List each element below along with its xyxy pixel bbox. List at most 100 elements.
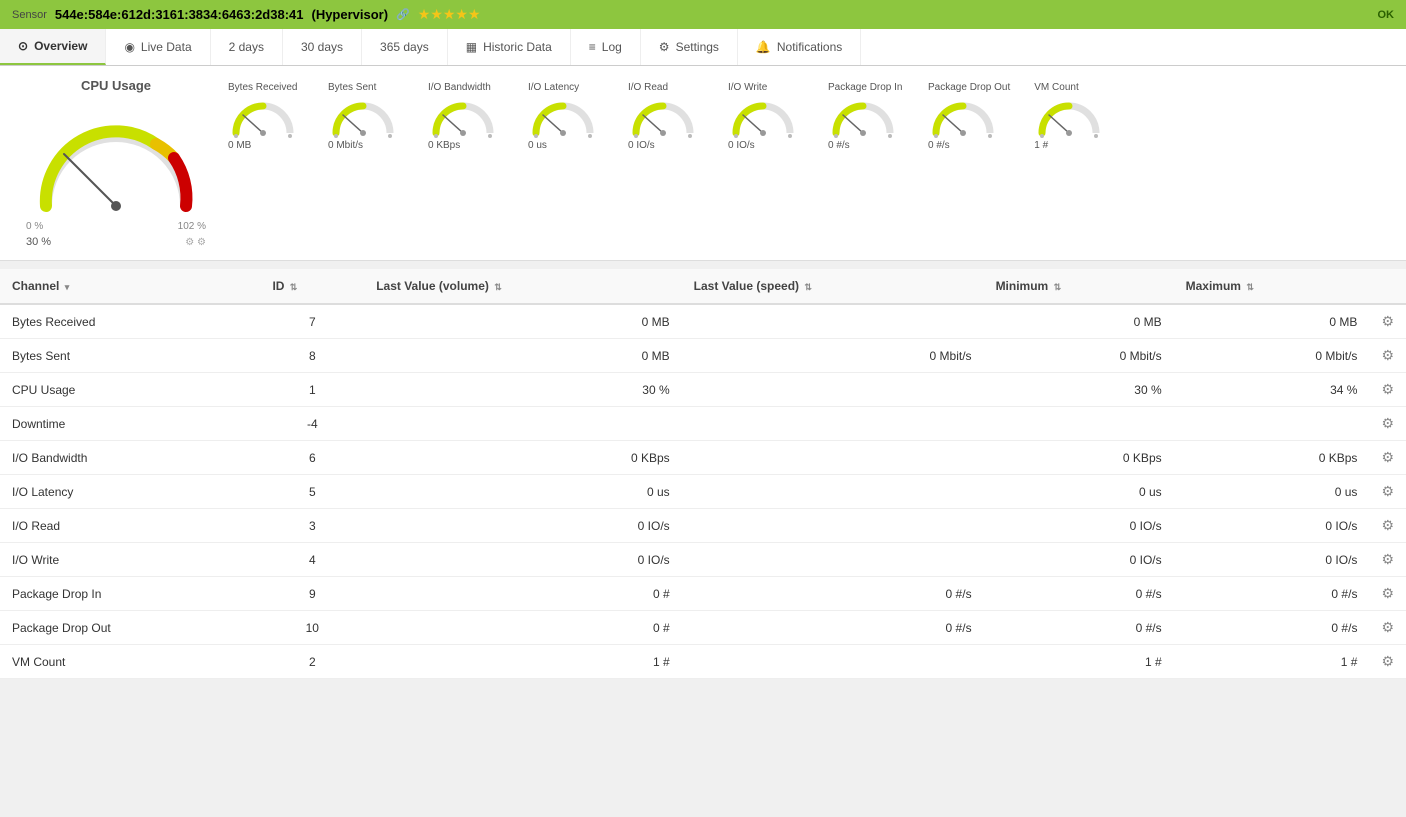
speed-sort-icon: ⇅	[804, 282, 812, 292]
log-icon: ≡	[589, 40, 596, 54]
nav-notifications[interactable]: 🔔 Notifications	[738, 29, 861, 65]
row-action-3[interactable]: ⚙	[1369, 407, 1406, 441]
col-maximum-label: Maximum	[1186, 279, 1241, 293]
row-settings-icon[interactable]: ⚙	[1381, 551, 1394, 567]
gauge-package_drop_out: Package Drop Out0 #/s	[916, 78, 1022, 155]
small-gauges-container: Bytes Received0 MBBytes Sent0 Mbit/sI/O …	[216, 78, 1390, 155]
nav-historic[interactable]: ▦ Historic Data	[448, 29, 571, 65]
nav-30days[interactable]: 30 days	[283, 29, 362, 65]
nav-365days[interactable]: 365 days	[362, 29, 448, 65]
cell-7-5: 0 IO/s	[1174, 543, 1370, 577]
nav-log[interactable]: ≡ Log	[571, 29, 641, 65]
cell-5-4: 0 us	[984, 475, 1174, 509]
col-maximum[interactable]: Maximum ⇅	[1174, 269, 1370, 304]
cell-0-3	[682, 304, 984, 339]
table-row: Package Drop Out100 #0 #/s0 #/s0 #/s⚙	[0, 611, 1406, 645]
cell-3-4	[984, 407, 1174, 441]
row-settings-icon[interactable]: ⚙	[1381, 347, 1394, 363]
cell-5-5: 0 us	[1174, 475, 1370, 509]
cell-10-0: VM Count	[0, 645, 260, 679]
col-actions	[1369, 269, 1406, 304]
gauge-value-bytes_received: 0 MB	[228, 140, 251, 151]
col-minimum[interactable]: Minimum ⇅	[984, 269, 1174, 304]
cell-7-0: I/O Write	[0, 543, 260, 577]
cpu-gauge-labels: 0 % 102 %	[26, 221, 206, 232]
row-action-7[interactable]: ⚙	[1369, 543, 1406, 577]
row-action-1[interactable]: ⚙	[1369, 339, 1406, 373]
cell-8-0: Package Drop In	[0, 577, 260, 611]
table-row: I/O Latency50 us0 us0 us⚙	[0, 475, 1406, 509]
cell-0-4: 0 MB	[984, 304, 1174, 339]
row-settings-icon[interactable]: ⚙	[1381, 653, 1394, 669]
gauge-label-io_bandwidth: I/O Bandwidth	[428, 82, 491, 93]
volume-sort-icon: ⇅	[494, 282, 502, 292]
gauge-value-bytes_sent: 0 Mbit/s	[328, 140, 363, 151]
gauge-bytes_received: Bytes Received0 MB	[216, 78, 316, 155]
gauge-label-vm_count: VM Count	[1034, 82, 1078, 93]
cell-8-1: 9	[260, 577, 364, 611]
row-settings-icon[interactable]: ⚙	[1381, 483, 1394, 499]
cell-4-3	[682, 441, 984, 475]
header-sensor-label: Sensor	[12, 9, 47, 21]
nav-30days-label: 30 days	[301, 40, 343, 54]
cell-7-2: 0 IO/s	[364, 543, 681, 577]
cell-1-0: Bytes Sent	[0, 339, 260, 373]
cell-5-1: 5	[260, 475, 364, 509]
row-action-10[interactable]: ⚙	[1369, 645, 1406, 679]
row-action-5[interactable]: ⚙	[1369, 475, 1406, 509]
row-action-4[interactable]: ⚙	[1369, 441, 1406, 475]
table-body: Bytes Received70 MB0 MB0 MB⚙Bytes Sent80…	[0, 304, 1406, 679]
row-settings-icon[interactable]: ⚙	[1381, 619, 1394, 635]
gauge-svg-vm_count	[1034, 95, 1104, 140]
cell-6-5: 0 IO/s	[1174, 509, 1370, 543]
col-last-volume[interactable]: Last Value (volume) ⇅	[364, 269, 681, 304]
nav-2days[interactable]: 2 days	[211, 29, 283, 65]
header: Sensor 544e:584e:612d:3161:3834:6463:2d3…	[0, 0, 1406, 29]
id-sort-icon: ⇅	[290, 282, 298, 292]
cell-10-3	[682, 645, 984, 679]
gauge-value-package_drop_out: 0 #/s	[928, 140, 950, 151]
gauge-svg-package_drop_out	[928, 95, 998, 140]
gauge-value-package_drop_in: 0 #/s	[828, 140, 850, 151]
gauge-svg-bytes_received	[228, 95, 298, 140]
cell-9-1: 10	[260, 611, 364, 645]
col-last-speed[interactable]: Last Value (speed) ⇅	[682, 269, 984, 304]
row-settings-icon[interactable]: ⚙	[1381, 517, 1394, 533]
cell-0-1: 7	[260, 304, 364, 339]
header-stars: ★★★★★	[418, 6, 481, 23]
row-settings-icon[interactable]: ⚙	[1381, 381, 1394, 397]
nav-settings[interactable]: ⚙ Settings	[641, 29, 738, 65]
cpu-gauge-svg	[26, 101, 206, 221]
row-settings-icon[interactable]: ⚙	[1381, 415, 1394, 431]
row-action-6[interactable]: ⚙	[1369, 509, 1406, 543]
nav-livedata[interactable]: ◉ Live Data	[106, 29, 210, 65]
cell-5-2: 0 us	[364, 475, 681, 509]
gauge-svg-package_drop_in	[828, 95, 898, 140]
cell-2-5: 34 %	[1174, 373, 1370, 407]
row-action-0[interactable]: ⚙	[1369, 304, 1406, 339]
cell-3-3	[682, 407, 984, 441]
channel-sort-icon: ▾	[65, 282, 70, 292]
cpu-min-label: 0 %	[26, 221, 43, 232]
cell-5-3	[682, 475, 984, 509]
nav-historic-label: Historic Data	[483, 40, 552, 54]
table-section: Channel ▾ ID ⇅ Last Value (volume) ⇅ Las…	[0, 269, 1406, 679]
row-action-2[interactable]: ⚙	[1369, 373, 1406, 407]
row-action-8[interactable]: ⚙	[1369, 577, 1406, 611]
col-channel[interactable]: Channel ▾	[0, 269, 260, 304]
row-settings-icon[interactable]: ⚙	[1381, 449, 1394, 465]
cell-7-3	[682, 543, 984, 577]
cell-7-4: 0 IO/s	[984, 543, 1174, 577]
nav-overview[interactable]: ⊙ Overview	[0, 29, 106, 65]
row-settings-icon[interactable]: ⚙	[1381, 585, 1394, 601]
cell-8-2: 0 #	[364, 577, 681, 611]
gauge-label-io_latency: I/O Latency	[528, 82, 579, 93]
row-action-9[interactable]: ⚙	[1369, 611, 1406, 645]
nav-overview-label: Overview	[34, 39, 87, 53]
cell-10-2: 1 #	[364, 645, 681, 679]
col-id[interactable]: ID ⇅	[260, 269, 364, 304]
row-settings-icon[interactable]: ⚙	[1381, 313, 1394, 329]
gauge-label-io_write: I/O Write	[728, 82, 767, 93]
cell-10-5: 1 #	[1174, 645, 1370, 679]
table-row: Bytes Received70 MB0 MB0 MB⚙	[0, 304, 1406, 339]
